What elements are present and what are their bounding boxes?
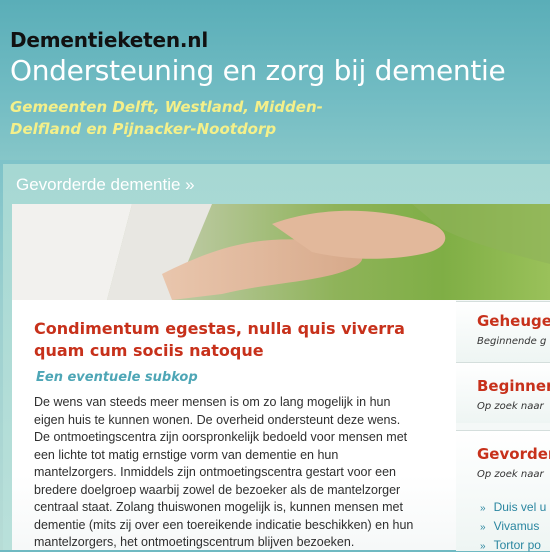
site-name[interactable]: Dementieketen.nl bbox=[10, 28, 208, 52]
hero-image bbox=[12, 204, 550, 300]
section-title[interactable]: Gevorderde dementie » bbox=[16, 175, 195, 195]
sidebar-link[interactable]: » Vivamus bbox=[480, 519, 539, 533]
sidebar-item-geheugen[interactable]: Geheuge Beginnende g bbox=[456, 301, 550, 362]
sidebar-item-title: Beginner bbox=[477, 377, 550, 395]
sidebar-item-title: Geheuge bbox=[477, 312, 550, 330]
hands-illustration bbox=[12, 204, 550, 300]
sidebar-item-subtitle: Op zoek naar bbox=[477, 401, 544, 412]
sidebar-item-subtitle: Beginnende g bbox=[477, 336, 547, 347]
bullet-icon: » bbox=[480, 522, 486, 533]
article-subtitle: Een eventuele subkop bbox=[36, 370, 198, 385]
site-subtitle: Gemeenten Delft, Westland, Midden-Delfla… bbox=[10, 98, 323, 138]
sidebar-link[interactable]: » Duis vel u bbox=[480, 500, 546, 514]
bullet-icon: » bbox=[480, 503, 486, 514]
sidebar-item-beginnend[interactable]: Beginner Op zoek naar bbox=[456, 362, 550, 423]
article-title: Condimentum egestas, nulla quis viverra … bbox=[34, 319, 405, 360]
sidebar-item-subtitle: Op zoek naar bbox=[477, 469, 544, 480]
bullet-icon: » bbox=[480, 541, 486, 552]
site-title: Ondersteuning en zorg bij dementie bbox=[10, 54, 506, 87]
article-body: De wens van steeds meer mensen is om zo … bbox=[34, 395, 414, 549]
sidebar-item-title: Gevorder bbox=[477, 445, 550, 463]
